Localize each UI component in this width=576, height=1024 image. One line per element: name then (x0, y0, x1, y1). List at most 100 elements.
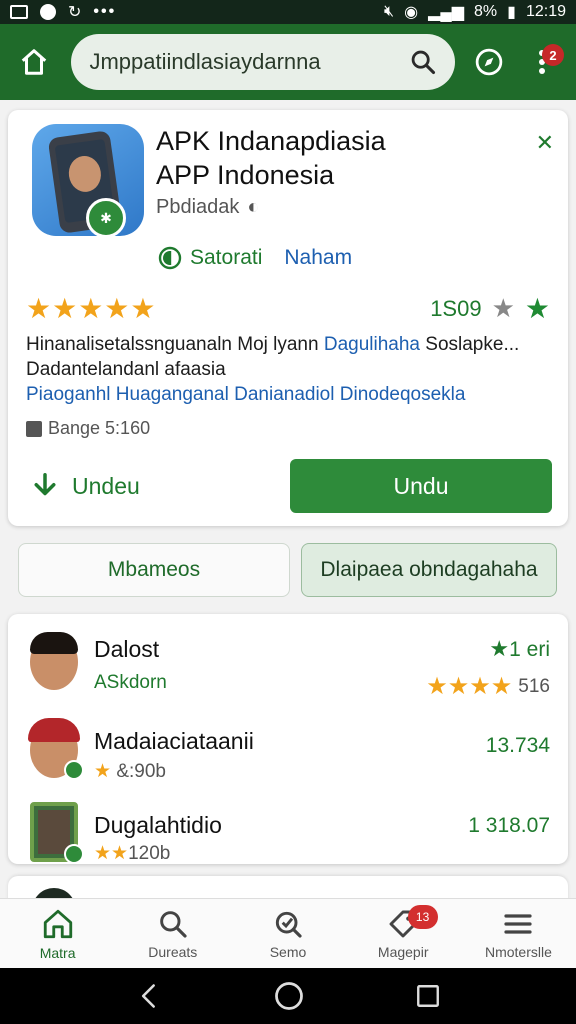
nav-badge: 13 (407, 905, 438, 929)
list-item-rating: ★★★★ 516 (426, 672, 550, 701)
download-icon (34, 473, 56, 496)
desc-link-1[interactable]: Dagulihaha (324, 334, 420, 355)
search-bar[interactable] (71, 34, 456, 90)
file-icon (26, 420, 42, 437)
menu-icon (504, 913, 533, 934)
star-icon: ★ (489, 636, 510, 661)
avatar (26, 630, 82, 694)
pill-button-1[interactable]: Mbameos (18, 543, 290, 597)
list-item[interactable]: Madaiaciataanii ★ &:90b 13.734 (8, 714, 568, 794)
nav-label: Semo (269, 943, 307, 960)
home-circle-icon[interactable] (274, 981, 304, 1011)
list-item-name: Dalost (94, 636, 160, 662)
desc-link-line[interactable]: Piaoganhl Huaganganal Danianadiol Dinode… (26, 382, 556, 407)
nav-item-search[interactable]: Dureats (115, 899, 230, 968)
download-button[interactable]: Undu (290, 459, 552, 513)
overflow-menu-button[interactable]: 2 (523, 42, 564, 82)
app-bar: 2 (0, 24, 576, 100)
meta-row: Satorati Naham (158, 246, 352, 270)
list-item-sub: ★★120b (94, 842, 170, 865)
pill-button-2[interactable]: Dlaipaea obndagahaha (301, 543, 557, 597)
list-item-stars: ★ (94, 761, 112, 782)
rating-row: ★★★★★ 1S09 ★ ★ (26, 292, 550, 325)
list-item-right: 1 318.07 (468, 814, 550, 837)
safety-tag-label: Satorati (190, 246, 263, 269)
desc-line-2: Dadantelandanl afaasia (26, 359, 226, 380)
list-item-stars: ★★★★ (426, 673, 513, 700)
list-item-name: Dugalahtidio (94, 812, 222, 838)
list-item[interactable]: Dalost ASkdorn ★1 eri ★★★★ 516 (8, 628, 568, 708)
list-item-sub-text: &:90b (116, 761, 166, 782)
avatar (26, 718, 84, 782)
system-navigation-bar (0, 968, 576, 1024)
wifi-icon: ◉ (404, 4, 419, 21)
size-row: Bange 5:160 (26, 418, 150, 439)
developer-row[interactable]: Pbdiadak ◐ (156, 196, 260, 219)
app-title-line1: APK Indanapdiasia (156, 126, 386, 156)
back-icon[interactable] (135, 982, 163, 1010)
verified-badge-icon: ✱ (86, 198, 126, 238)
list-item-stars: ★★ (94, 843, 129, 864)
battery-icon: ▮ (507, 4, 516, 21)
rating-count: 1S09 (430, 295, 482, 321)
list-item-name: Madaiaciataanii (94, 728, 254, 754)
related-apps-card: Dalost ASkdorn ★1 eri ★★★★ 516 Madaiacia… (8, 614, 568, 864)
signal-icon: ▂▄▆ (428, 4, 465, 21)
shield-check-icon (158, 246, 182, 270)
star-outline-icon[interactable]: ★ (492, 293, 515, 324)
notification-badge: 2 (541, 44, 564, 66)
nav-item-menu[interactable]: Nmoterslle (461, 899, 576, 968)
nav-label: Dureats (148, 943, 198, 960)
dismiss-icon[interactable]: ✕ (536, 130, 554, 156)
desc-text-1: Hinanalisetalssnguanaln Moj lyann (26, 334, 319, 355)
safety-tag[interactable]: Satorati (158, 246, 262, 270)
search-input[interactable] (89, 49, 410, 75)
developer-name: Pbdiadak (156, 196, 240, 218)
rating-stars: ★★★★★ (26, 293, 157, 324)
image-icon (10, 5, 28, 19)
home-icon (43, 909, 72, 938)
app-size: Bange 5:160 (48, 418, 151, 438)
nav-label: Magepir (377, 943, 429, 960)
list-item-right: ★1 eri (489, 636, 550, 662)
list-item-sub: ASkdorn (94, 672, 167, 693)
recents-icon[interactable] (415, 983, 441, 1009)
compass-icon (475, 48, 502, 76)
download-row: Undeu Undu (30, 458, 552, 514)
nav-item-offers[interactable]: 13 Magepir (346, 899, 461, 968)
list-item-sub-text: 120b (128, 843, 171, 864)
list-item-right: 13.734 (485, 734, 550, 757)
more-dots-icon: ••• (93, 3, 117, 20)
download-link-label: Undeu (72, 472, 140, 499)
clock: 12:19 (525, 3, 566, 20)
verified-icon: ◐ (247, 196, 260, 218)
nav-item-explore[interactable]: Semo (230, 899, 345, 968)
list-item[interactable]: Dugalahtidio ★★120b 1 318.07 (8, 796, 568, 876)
search-icon[interactable] (409, 48, 437, 76)
app-description: Hinanalisetalssnguanaln Moj lyann Daguli… (26, 332, 556, 407)
nav-item-home[interactable]: Matra (0, 899, 115, 968)
bottom-navigation: Matra Dureats Semo 13 Magepir Nmoterslle (0, 898, 576, 968)
compass-button[interactable] (469, 42, 508, 82)
nav-label: Matra (39, 944, 76, 961)
app-title: APK Indanapdiasia APP Indonesia (156, 124, 386, 192)
app-title-line2: APP Indonesia (156, 160, 335, 190)
nav-label: Nmoterslle (484, 943, 552, 960)
mute-icon: 🔇︎ (384, 3, 395, 20)
avatar (26, 802, 84, 866)
explore-icon (275, 911, 302, 938)
favorite-star-icon[interactable]: ★ (525, 292, 550, 325)
home-icon (21, 49, 46, 75)
battery-percent: 8% (474, 3, 498, 20)
list-item-sub: ★ &:90b (94, 760, 166, 783)
sync-icon: ↻ (68, 4, 82, 21)
desc-text-2: Soslapke... (425, 334, 520, 355)
record-icon (40, 4, 56, 20)
home-button[interactable] (14, 42, 53, 82)
list-item-count: 516 (518, 675, 550, 697)
download-link[interactable]: Undeu (30, 471, 140, 501)
category-link[interactable]: Naham (284, 246, 352, 270)
list-item-right-text: 1 eri (509, 638, 550, 661)
search-icon (159, 910, 187, 938)
app-detail-card: ✱ APK Indanapdiasia APP Indonesia ✕ Pbdi… (8, 110, 568, 526)
